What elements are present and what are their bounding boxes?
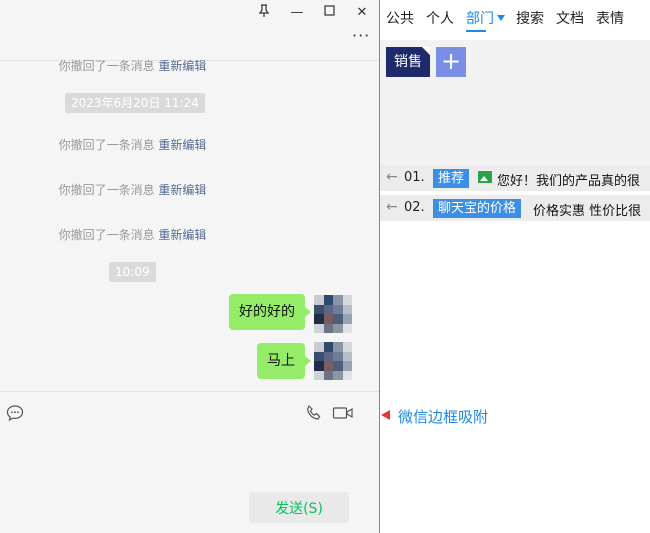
message-bubble[interactable]: 好的好的 xyxy=(229,294,311,330)
input-divider xyxy=(0,391,379,392)
recall-text: 你撤回了一条消息 xyxy=(58,138,155,152)
maximize-button[interactable] xyxy=(318,4,340,22)
item-number: 01. xyxy=(404,170,425,185)
video-icon[interactable] xyxy=(332,404,354,426)
re-edit-link[interactable]: 重新编辑 xyxy=(158,183,206,197)
tab-department[interactable]: 部门 xyxy=(466,8,494,28)
active-tab-underline xyxy=(466,30,486,32)
send-button[interactable]: 发送(S) xyxy=(249,492,349,523)
message-bubble[interactable]: 马上 xyxy=(257,343,311,379)
tab-search[interactable]: 搜索 xyxy=(516,8,544,28)
re-edit-link[interactable]: 重新编辑 xyxy=(158,228,206,242)
more-button[interactable]: ··· xyxy=(352,28,370,44)
category-button-sales[interactable]: 销售 xyxy=(386,47,430,77)
quick-reply-panel: 公共 个人 部门 搜索 文档 表情 销售 + ← 01. 推荐 您好！我们的产品… xyxy=(380,0,650,533)
pin-button[interactable] xyxy=(253,4,275,22)
close-button[interactable]: ✕ xyxy=(351,4,373,22)
list-item[interactable]: ← 02. 聊天宝的价格 价格实惠 性价比很 xyxy=(380,195,650,221)
add-category-button[interactable]: + xyxy=(436,47,466,77)
arrow-left-icon[interactable]: ← xyxy=(386,199,398,215)
recall-notice: 你撤回了一条消息 重新编辑 xyxy=(0,226,265,243)
chat-window: — ✕ ··· 你撤回了一条消息 重新编辑 2023年6月20日 11:24 你… xyxy=(0,0,379,533)
timestamp: 10:09 xyxy=(109,262,156,282)
recall-notice: 你撤回了一条消息 重新编辑 xyxy=(0,181,265,198)
tab-personal[interactable]: 个人 xyxy=(426,8,454,28)
pin-icon xyxy=(258,4,270,17)
image-icon xyxy=(478,171,492,183)
annotation-label: 微信边框吸附 xyxy=(398,408,489,426)
recall-text: 你撤回了一条消息 xyxy=(58,228,155,242)
item-tag: 聊天宝的价格 xyxy=(433,199,522,218)
recall-text: 你撤回了一条消息 xyxy=(58,183,155,197)
recall-text: 你撤回了一条消息 xyxy=(58,59,155,73)
item-text: 您好！我们的产品真的很 xyxy=(497,174,641,189)
maximize-icon xyxy=(323,5,335,16)
arrow-left-icon[interactable]: ← xyxy=(386,169,398,185)
item-number: 02. xyxy=(404,200,425,215)
re-edit-link[interactable]: 重新编辑 xyxy=(158,138,206,152)
chevron-down-icon[interactable] xyxy=(497,15,505,21)
phone-icon[interactable] xyxy=(305,404,323,426)
recall-notice: 你撤回了一条消息 重新编辑 xyxy=(0,57,265,74)
timestamp: 2023年6月20日 11:24 xyxy=(65,93,205,113)
tab-documents[interactable]: 文档 xyxy=(556,8,584,28)
item-text: 价格实惠 性价比很 xyxy=(533,204,642,219)
re-edit-link[interactable]: 重新编辑 xyxy=(158,59,206,73)
tab-public[interactable]: 公共 xyxy=(386,8,414,28)
list-item[interactable]: ← 01. 推荐 您好！我们的产品真的很 xyxy=(380,165,650,191)
arrow-pointer-icon xyxy=(381,410,390,420)
avatar[interactable] xyxy=(314,342,352,380)
item-tag: 推荐 xyxy=(433,169,470,188)
recall-notice: 你撤回了一条消息 重新编辑 xyxy=(0,136,265,153)
minimize-button[interactable]: — xyxy=(286,4,308,22)
tab-stickers[interactable]: 表情 xyxy=(596,8,624,28)
tab-bar: 公共 个人 部门 搜索 文档 表情 xyxy=(380,0,650,34)
avatar[interactable] xyxy=(314,295,352,333)
emoji-icon[interactable] xyxy=(6,404,24,426)
